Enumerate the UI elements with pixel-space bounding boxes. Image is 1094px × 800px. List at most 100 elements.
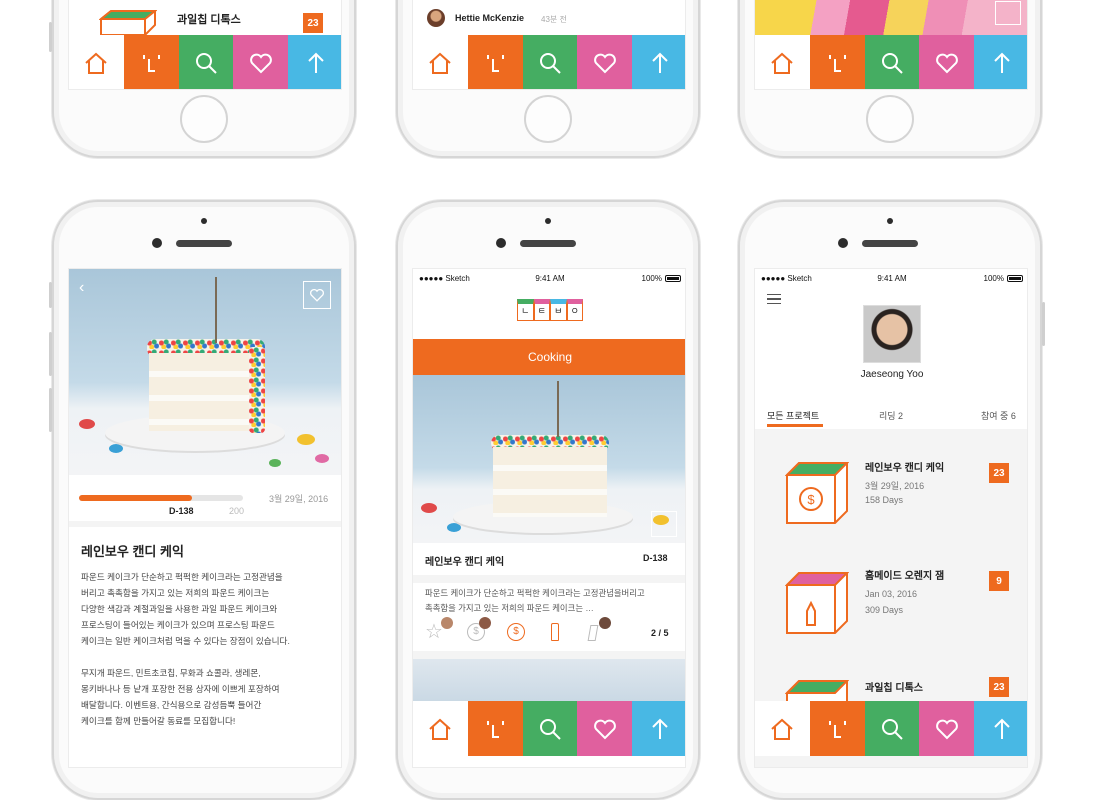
arrow-up-icon (651, 718, 668, 739)
app-logo[interactable]: ㄴ ㅌ ㅂ ㅇ (517, 299, 583, 321)
tab-search[interactable] (522, 35, 578, 89)
back-icon[interactable]: ‹ (79, 280, 89, 296)
tab-brand[interactable] (467, 701, 523, 756)
card-title[interactable]: 레인보우 캔디 케익 (425, 553, 504, 568)
tab-search[interactable] (864, 35, 920, 89)
tab-home[interactable] (755, 35, 810, 89)
heart-outline-icon[interactable] (303, 281, 331, 309)
tab-brand[interactable] (809, 35, 865, 89)
home-button[interactable] (866, 95, 914, 143)
tab-leading[interactable]: 리딩 2 (879, 409, 903, 422)
progress-max: 200 (229, 506, 245, 516)
author-name: Hettie McKenzie (455, 13, 525, 23)
heart-icon (935, 53, 958, 73)
cake-photo[interactable] (413, 375, 685, 543)
category-header[interactable]: Cooking (413, 339, 685, 375)
home-icon (85, 52, 108, 74)
search-icon (881, 52, 903, 74)
brand-icon (487, 720, 505, 738)
tab-all-projects[interactable]: 모든 프로젝트 (767, 409, 819, 422)
star-icon: ☆ (425, 621, 443, 643)
heart-outline-icon[interactable] (995, 1, 1021, 25)
tab-home[interactable] (413, 701, 468, 756)
desc-line: 파운드 케이크가 단순하고 퍽퍽한 케이크라는 고정관념을 (81, 572, 283, 582)
tab-search[interactable] (864, 701, 920, 756)
screen-detail: ‹ D-138 200 3월 29일, 2016 레인보우 캔디 케익 파운드 … (68, 268, 342, 768)
brand-icon (143, 54, 161, 72)
participant-avatar (479, 617, 491, 629)
status-bar: ●●●●● Sketch 9:41 AM 100% (755, 269, 1027, 287)
desc-line: 몽키바나나 등 낱개 포장한 전용 상자에 이쁘게 포장하여 (81, 684, 280, 694)
heart-outline-icon[interactable] (651, 511, 677, 537)
home-button[interactable] (180, 95, 228, 143)
tab-heart[interactable] (577, 35, 633, 89)
tab-home[interactable] (755, 701, 810, 756)
project-card[interactable]: $ 레인보우 캔디 케익 3월 29일, 2016 158 Days 23 (755, 439, 1027, 539)
tab-brand[interactable] (123, 35, 179, 89)
avatar[interactable] (863, 305, 921, 363)
participant-avatar (441, 617, 453, 629)
project-card[interactable]: 과일칩 디톡스 23 (755, 665, 1027, 709)
tab-upload[interactable] (974, 35, 1027, 89)
logo-letter: ㅂ (550, 299, 567, 321)
clock: 9:41 AM (535, 273, 565, 283)
search-icon (195, 52, 217, 74)
arrow-up-icon (651, 52, 668, 73)
active-tab-indicator (767, 424, 823, 427)
tab-brand[interactable] (809, 701, 865, 756)
project-badge: 23 (303, 13, 323, 33)
tab-bar (755, 701, 1027, 756)
candy-photo (755, 0, 1027, 35)
profile-tabs: 모든 프로젝트 리딩 2 참여 중 6 (755, 407, 1027, 429)
project-badge: 23 (989, 463, 1009, 483)
tab-heart[interactable] (919, 35, 975, 89)
author-avatar (427, 9, 445, 27)
tab-upload[interactable] (632, 35, 685, 89)
description-card: 레인보우 캔디 케익 파운드 케이크가 단순하고 퍽퍽한 케이크라는 고정관념을… (69, 527, 341, 767)
search-icon (881, 718, 903, 740)
tab-heart[interactable] (233, 35, 289, 89)
project-date: Jan 03, 2016 (865, 589, 918, 599)
tab-search[interactable] (178, 35, 234, 89)
phone-top-right (738, 0, 1042, 158)
menu-icon[interactable] (767, 294, 781, 304)
heart-icon (593, 719, 616, 739)
home-icon (771, 718, 794, 740)
start-date: 3월 29일, 2016 (269, 494, 329, 504)
svg-text:$: $ (807, 492, 815, 507)
project-card[interactable]: 홈메이드 오렌지 잼 Jan 03, 2016 309 Days 9 (755, 551, 1027, 651)
bottle-icon (551, 623, 559, 641)
progress-panel: D-138 200 3월 29일, 2016 (69, 475, 341, 521)
card-desc: 파운드 케이크가 단순하고 퍽퍽한 케이크라는 고정관념을버리고 (425, 588, 645, 598)
tab-upload[interactable] (288, 35, 341, 89)
post-time: 43분 전 (541, 15, 567, 24)
logo-letter: ㅌ (533, 299, 550, 321)
phone-detail: ‹ D-138 200 3월 29일, 2016 레인보우 캔디 케익 파운드 … (49, 200, 356, 800)
project-box-icon (98, 9, 158, 36)
phone-feed: ●●●●● Sketch 9:41 AM 100% ㄴ ㅌ ㅂ ㅇ Cookin… (396, 200, 700, 800)
tab-heart[interactable] (919, 701, 975, 756)
tab-upload[interactable] (632, 701, 685, 756)
tab-bar (69, 35, 341, 89)
desc-line: 프로스팅이 들어있는 케이크가 있으며 프로스팅 파운드 (81, 620, 275, 630)
project-days: 309 Days (865, 605, 904, 615)
tab-search[interactable] (522, 701, 578, 756)
desc-line: 다양한 색감과 계절과일을 사용한 과일 파운드 케이크와 (81, 604, 278, 614)
tab-upload[interactable] (974, 701, 1027, 756)
project-title: 레인보우 캔디 케익 (865, 463, 945, 474)
tab-home[interactable] (69, 35, 124, 89)
tab-brand[interactable] (467, 35, 523, 89)
home-icon (771, 52, 794, 74)
tab-home[interactable] (413, 35, 468, 89)
brand-icon (829, 54, 847, 72)
project-title: 과일칩 디톡스 (865, 683, 923, 694)
brand-icon (829, 720, 847, 738)
phone-top-left: 과일칩 디톡스 23 (49, 0, 356, 158)
tab-heart[interactable] (577, 701, 633, 756)
screen-top-middle: Hettie McKenzie 43분 전 (412, 0, 686, 90)
desc-line: 버리고 촉촉함을 가지고 있는 저희의 파운드 케이크는 (81, 588, 270, 598)
progress-track (79, 495, 243, 501)
home-button[interactable] (524, 95, 572, 143)
tab-participating[interactable]: 참여 중 6 (981, 409, 1016, 422)
phone-profile: ●●●●● Sketch 9:41 AM 100% Jaeseong Yoo 모… (738, 200, 1045, 800)
